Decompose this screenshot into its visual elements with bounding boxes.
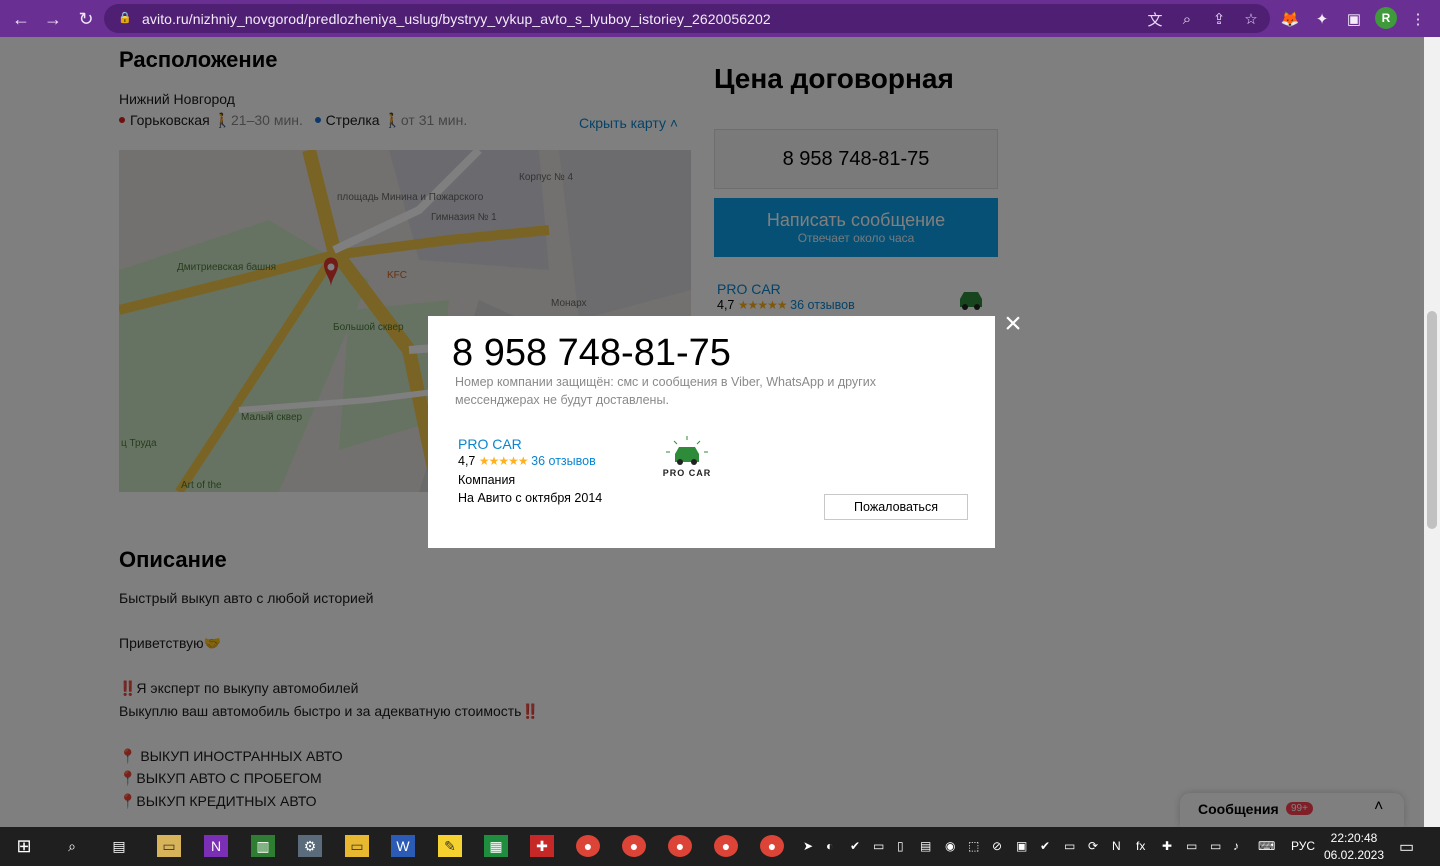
language-indicator[interactable]: РУС <box>1291 839 1315 853</box>
fx-tray-icon[interactable]: fx <box>1136 839 1145 853</box>
task-view-icon[interactable]: ▤ <box>107 835 131 857</box>
scrollbar-thumb[interactable] <box>1427 311 1437 529</box>
modal-rating: 4,7 <box>458 454 476 468</box>
rating-stars-icon: ★★★★★ <box>478 454 529 468</box>
screenshot-tray-icon[interactable]: ⬚ <box>968 839 979 853</box>
windows-start-icon[interactable]: ⊞ <box>12 835 36 857</box>
url-text[interactable]: avito.ru/nizhniy_novgorod/predlozheniya_… <box>142 11 771 27</box>
translate-icon[interactable]: 文 <box>1144 8 1166 30</box>
onenote-tray-icon[interactable]: N <box>1112 839 1121 853</box>
onenote-app-icon[interactable]: N <box>204 835 228 857</box>
spreadsheet-app-icon[interactable]: ▦ <box>484 835 508 857</box>
tray-icon[interactable]: ▭ <box>1186 839 1197 853</box>
modal-seller-since: На Авито с октября 2014 <box>458 491 603 505</box>
metamask-extension-icon[interactable]: 🦊 <box>1277 6 1303 32</box>
chart-app-icon[interactable]: ▥ <box>251 835 275 857</box>
notifications-icon[interactable]: ▭ <box>1399 837 1414 857</box>
modal-seller-name-link[interactable]: PRO CAR <box>458 436 522 452</box>
profile-avatar[interactable]: R <box>1375 7 1397 29</box>
side-panel-icon[interactable]: ▣ <box>1341 6 1367 32</box>
extensions-puzzle-icon[interactable]: ✦ <box>1309 6 1335 32</box>
taskbar: ⊞ ⌕ ▤ ▭ N ▥ ⚙ ▭ W ✎ ▦ ✚ ● ● ● ● ● ➤ ◐ ✔ … <box>0 827 1440 866</box>
network-icon[interactable]: ▭ <box>1210 839 1221 853</box>
telegram-tray-icon[interactable]: ➤ <box>803 839 813 853</box>
volume-icon[interactable]: ♪ <box>1233 839 1239 853</box>
browser-toolbar: ← → ↻ 🔒 avito.ru/nizhniy_novgorod/predlo… <box>0 0 1440 37</box>
modal-phone-number[interactable]: 8 958 748-81-75 <box>452 332 731 375</box>
reload-icon[interactable]: ↻ <box>73 6 99 32</box>
tray-icon[interactable]: ◐ <box>826 839 833 853</box>
browser-menu-icon[interactable]: ⋮ <box>1405 6 1431 32</box>
clock-date: 06.02.2023 <box>1323 848 1385 862</box>
modal-logo-text: PRO CAR <box>662 468 712 478</box>
modal-seller-logo[interactable]: PRO CAR <box>660 434 714 482</box>
lock-icon: 🔒 <box>118 12 132 24</box>
tray-icon[interactable]: ▭ <box>1064 839 1075 853</box>
chrome-profile-icon[interactable]: ● <box>576 835 600 857</box>
chrome-profile-icon[interactable]: ● <box>714 835 738 857</box>
file-tray-icon[interactable]: ▯ <box>897 839 904 853</box>
monitor-tray-icon[interactable]: ▭ <box>873 839 884 853</box>
antivirus-app-icon[interactable]: ✚ <box>530 835 554 857</box>
shield-tray-icon[interactable]: ✔ <box>850 839 860 853</box>
sticky-notes-icon[interactable]: ✎ <box>438 835 462 857</box>
car-logo-icon <box>666 436 708 465</box>
modal-protection-note: Номер компании защищён: смс и сообщения … <box>455 375 876 407</box>
clock-time: 22:20:48 <box>1330 831 1378 845</box>
chrome-profile-icon[interactable]: ● <box>760 835 784 857</box>
bookmark-star-icon[interactable]: ☆ <box>1240 8 1262 30</box>
page-scrollbar[interactable] <box>1424 37 1440 827</box>
tray-icon[interactable]: ◉ <box>945 839 955 853</box>
zoom-icon[interactable]: ⌕ <box>1176 8 1198 30</box>
chrome-profile-icon[interactable]: ● <box>668 835 692 857</box>
tray-icon[interactable]: ✚ <box>1162 839 1172 853</box>
forward-icon[interactable]: → <box>40 6 66 32</box>
phone-modal: 8 958 748-81-75 Номер компании защищён: … <box>428 316 995 548</box>
address-bar[interactable]: 🔒 avito.ru/nizhniy_novgorod/predlozheniy… <box>104 4 1270 33</box>
tray-icon[interactable]: ✔ <box>1040 839 1050 853</box>
modal-reviews-link[interactable]: 36 отзывов <box>531 454 596 468</box>
tray-icon[interactable]: ⊘ <box>992 839 1002 853</box>
report-button[interactable]: Пожаловаться <box>824 494 968 520</box>
close-modal-icon[interactable]: × <box>1001 309 1025 339</box>
file-explorer-icon[interactable]: ▭ <box>345 835 369 857</box>
settings-app-icon[interactable]: ⚙ <box>298 835 322 857</box>
clock[interactable]: 22:20:48 06.02.2023 <box>1322 830 1386 864</box>
tray-icon[interactable]: ⟳ <box>1088 839 1098 853</box>
modal-rating-row: 4,7 ★★★★★ 36 отзывов <box>458 454 596 468</box>
share-icon[interactable]: ⇪ <box>1208 8 1230 30</box>
back-icon[interactable]: ← <box>8 6 34 32</box>
search-icon[interactable]: ⌕ <box>60 835 84 857</box>
keyboard-icon[interactable]: ⌨ <box>1258 839 1275 853</box>
notes-tray-icon[interactable]: ▤ <box>920 839 931 853</box>
notepad-app-icon[interactable]: ▭ <box>157 835 181 857</box>
chrome-profile-icon[interactable]: ● <box>622 835 646 857</box>
word-app-icon[interactable]: W <box>391 835 415 857</box>
modal-seller-type: Компания <box>458 473 516 487</box>
tray-icon[interactable]: ▣ <box>1016 839 1027 853</box>
